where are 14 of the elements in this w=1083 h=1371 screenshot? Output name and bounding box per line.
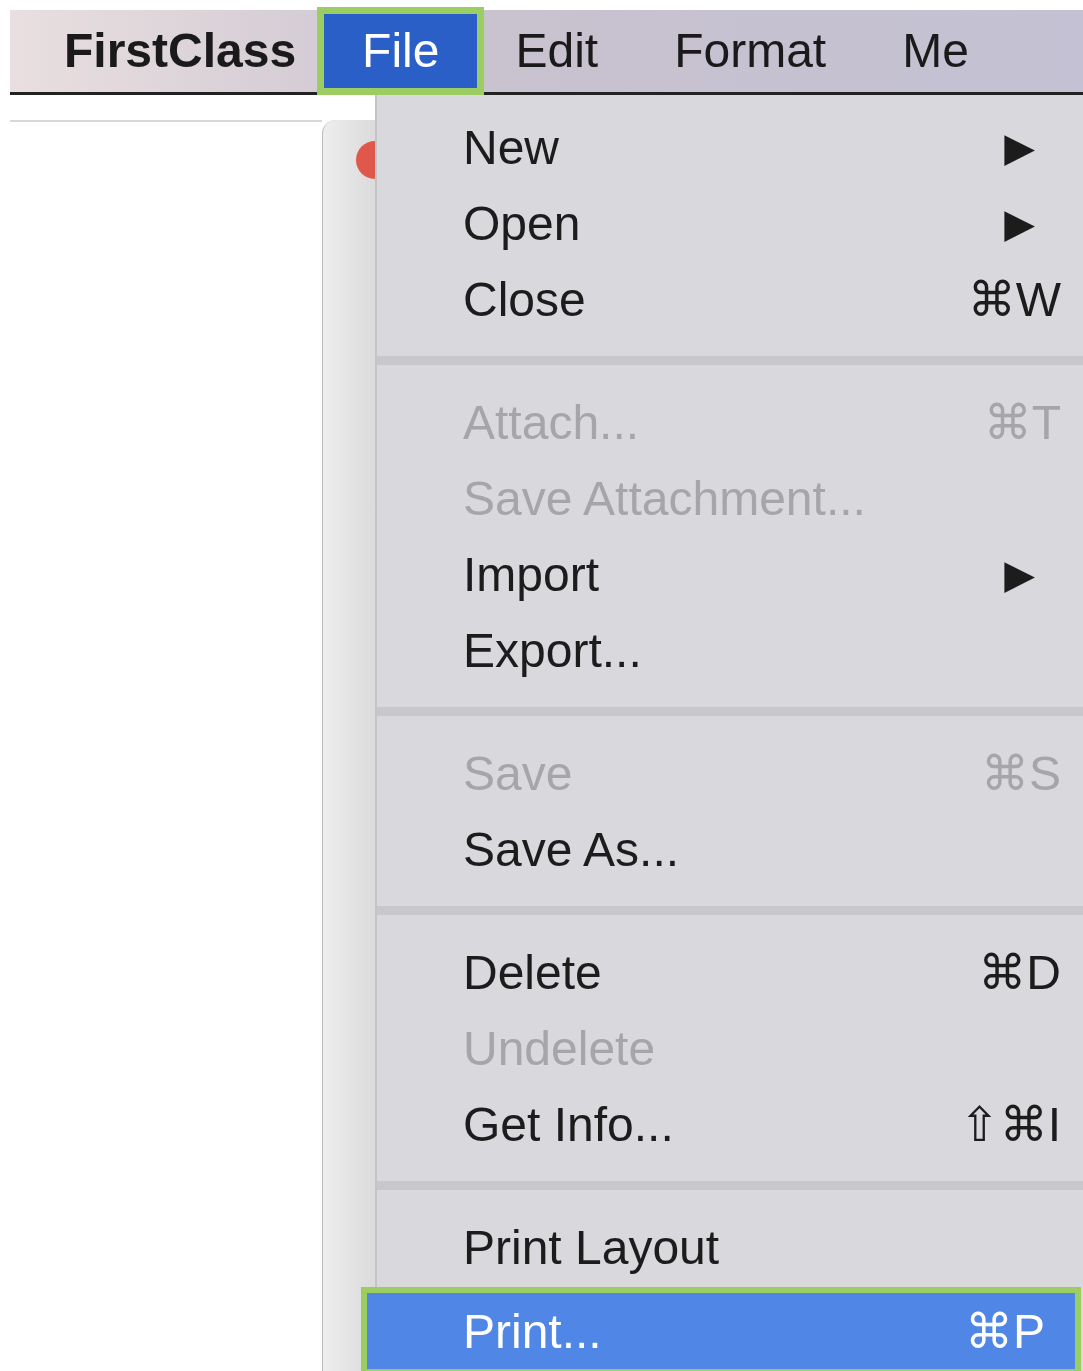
menu-bar-item[interactable]: Edit bbox=[477, 14, 637, 88]
menu-bar-item[interactable]: Me bbox=[864, 14, 1007, 88]
menu-item[interactable]: Print Layout bbox=[377, 1209, 1083, 1285]
menu-item[interactable]: Save As... bbox=[377, 811, 1083, 887]
close-icon[interactable] bbox=[355, 140, 375, 180]
menu-item[interactable]: Export... bbox=[377, 612, 1083, 688]
app-name[interactable]: FirstClass bbox=[64, 14, 297, 88]
menu-item[interactable]: Open ▶ bbox=[377, 185, 1083, 261]
menu-item[interactable]: Close ⌘W bbox=[377, 261, 1083, 337]
menu-bar-item[interactable]: Format bbox=[636, 14, 865, 88]
menu-item[interactable]: Get Info... ⇧⌘I bbox=[377, 1086, 1083, 1162]
menu-item[interactable]: New ▶ bbox=[377, 109, 1083, 185]
menu-item[interactable]: Import ▶ bbox=[377, 536, 1083, 612]
menu-item[interactable]: Delete ⌘D bbox=[377, 934, 1083, 1010]
